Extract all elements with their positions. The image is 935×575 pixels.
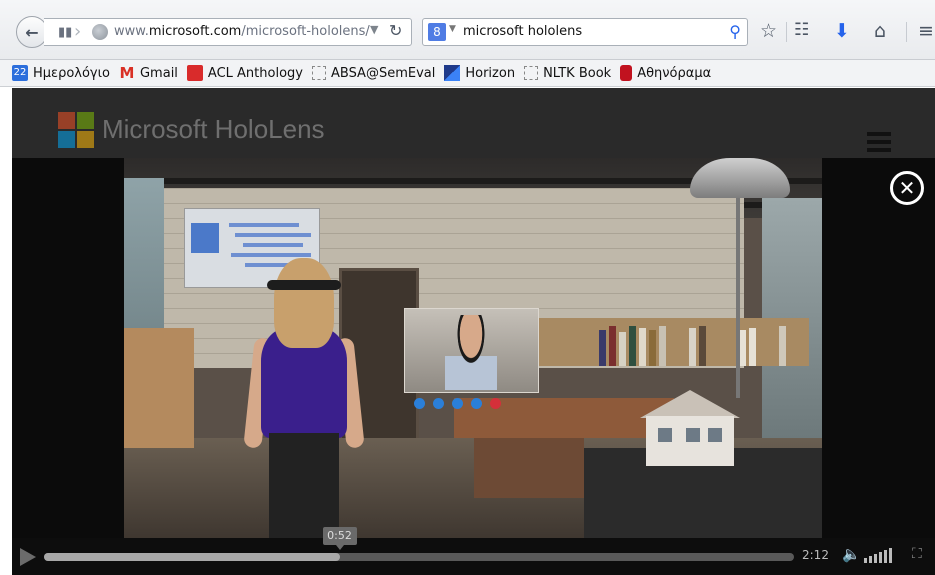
page-icon [524,66,539,80]
play-icon[interactable] [20,548,36,566]
bookmark-star-icon[interactable]: ☆ [760,20,777,42]
hologram-house-model [636,390,744,470]
toolbar-divider [786,22,787,42]
progress-bar[interactable]: 0:52 [44,527,794,561]
url-dropdown-icon[interactable]: ▼ [370,23,378,36]
calendar-icon: 22 [12,65,28,81]
site-header: Microsoft HoloLens [12,88,935,158]
search-bar[interactable]: 8 ▼ microsoft hololens ⚲ [422,18,748,46]
time-tooltip: 0:52 [322,527,357,550]
scene-desk [474,438,584,498]
scene-desk [124,328,194,448]
reload-icon[interactable]: ↻ [389,21,402,40]
globe-icon[interactable] [92,24,108,40]
site-brand[interactable]: Microsoft HoloLens [102,114,325,145]
tabs-grid-icon[interactable]: ▮▮ [58,25,72,40]
engine-dropdown-icon[interactable]: ▼ [449,24,456,34]
scene-bookshelf [539,318,809,366]
page-icon [311,66,326,80]
volume-icon[interactable]: 🔈 [842,545,861,563]
url-text[interactable]: www.microsoft.com/microsoft-hololens/ [114,24,370,39]
athinorama-icon [620,65,633,81]
video-frame[interactable] [124,158,822,538]
address-bar[interactable]: ▮▮ › www.microsoft.com/microsoft-hololen… [44,18,412,46]
search-icon[interactable]: ⚲ [729,22,741,41]
hamburger-menu-icon[interactable] [867,132,891,152]
bookmarks-menu-icon[interactable]: ☷ [794,20,809,40]
video-controls: 0:52 2:12 🔈 ⛶ [12,527,935,575]
close-video-button[interactable]: ✕ [890,171,924,205]
fullscreen-icon[interactable]: ⛶ [912,546,922,562]
download-icon[interactable]: ⬇ [834,20,850,42]
bookmark-absa-semeval[interactable]: ABSA@SemEval [311,66,435,81]
menu-icon[interactable]: ≡ [918,20,934,42]
hologram-controls [414,398,544,412]
bookmark-horizon[interactable]: Horizon [444,65,515,81]
toolbar-divider [906,22,907,42]
bookmark-athinorama[interactable]: Αθηνόραμα [620,65,711,81]
page-content: Microsoft HoloLens ✕ 0:52 2:12 🔈 ⛶ [12,88,935,575]
progress-fill [44,553,340,561]
chevron-right-icon: › [74,21,82,42]
horizon-icon [444,65,461,81]
scene-pole [736,198,740,398]
home-icon[interactable]: ⌂ [874,20,886,42]
back-arrow-icon: ← [25,22,39,42]
hologram-person [445,315,497,390]
video-duration: 2:12 [802,548,829,562]
microsoft-logo-icon[interactable] [58,112,94,148]
acl-icon [186,65,203,81]
hologram-video-call [404,308,539,393]
search-input[interactable]: microsoft hololens [463,24,582,39]
bookmark-nltk-book[interactable]: NLTK Book [524,66,611,81]
bookmark-gmail[interactable]: M Gmail [119,65,178,81]
bookmarks-bar: 22 Ημερολόγιο M Gmail ACL Anthology ABSA@S… [0,60,935,87]
search-engine-icon[interactable]: 8 [428,23,446,41]
bookmark-acl-anthology[interactable]: ACL Anthology [186,65,303,81]
scene-person-wearing-hololens [243,258,365,538]
gmail-icon: M [119,64,135,82]
bookmark-calendar[interactable]: 22 Ημερολόγιο [12,65,110,81]
browser-toolbar: ← ▮▮ › www.microsoft.com/microsoft-holol… [0,0,935,60]
volume-slider[interactable] [864,547,892,563]
close-icon: ✕ [898,176,916,200]
